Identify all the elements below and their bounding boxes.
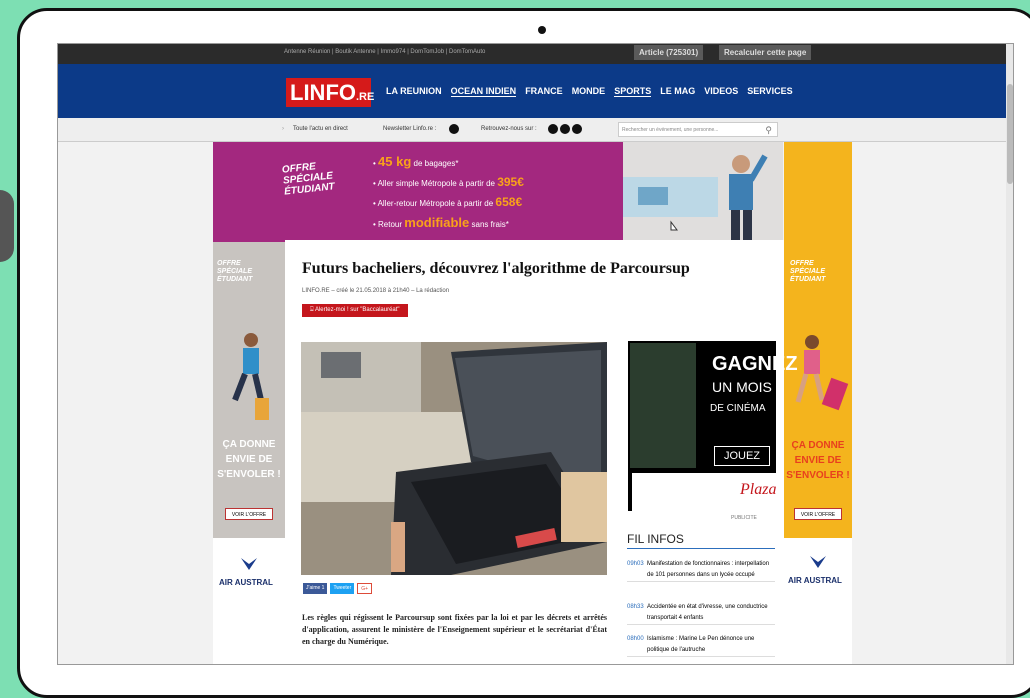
page-scrollbar[interactable] (1006, 44, 1013, 664)
plaza-logo: Plaza (740, 481, 777, 498)
jumping-man-illustration (232, 333, 269, 420)
tweet-button[interactable]: Tweeter (330, 583, 355, 594)
offre-speciale-text: OFFRE SPÉCIALE ÉTUDIANT (281, 161, 336, 198)
browser-screen: Antenne Réunion | Boutik Antenne | Immo9… (57, 43, 1014, 665)
nav-le-mag[interactable]: LE MAG (660, 86, 695, 97)
linfo-logo[interactable]: LINFO.RE (286, 78, 374, 107)
air-austral-logo-icon (241, 558, 257, 570)
article-photo[interactable] (301, 342, 607, 575)
left-skyscraper-ad[interactable]: OFFRE SPÉCIALE ÉTUDIANT ÇA DONNE ENVIE DE S'… (213, 242, 285, 664)
movie-poster (630, 343, 696, 468)
article-title: Futurs bacheliers, découvrez l'algorithm… (302, 260, 690, 277)
jumping-woman-illustration (795, 335, 849, 411)
laptop-photo-illustration (301, 342, 607, 575)
facebook-like-button[interactable]: J'aime 1 (303, 583, 328, 594)
nav-sports[interactable]: SPORTS (614, 86, 652, 97)
jouez-button[interactable]: JOUEZ (714, 446, 770, 466)
facebook-icon[interactable] (548, 124, 558, 134)
side-offre-text-right: OFFRE SPÉCIALE ÉTUDIANT (790, 260, 826, 283)
fil-info-item[interactable]: 08h00 Islamisme : Marine Le Pen dénonce u… (627, 634, 775, 657)
live-news-link[interactable]: Toute l'actu en direct (293, 126, 348, 132)
man-illustration (623, 154, 768, 242)
nav-france[interactable]: FRANCE (525, 86, 563, 97)
ad-gagnez: GAGNEZ (712, 353, 798, 375)
search-input[interactable]: Rechercher un événement, une personne...… (618, 122, 778, 137)
site-header: LINFO.RE LA REUNION OCEAN INDIEN FRANCE … (58, 64, 1006, 118)
ad-de-cinema: DE CINÉMA (710, 403, 766, 414)
banner-photo[interactable] (623, 142, 783, 242)
side-offre-text: OFFRE SPÉCIALE ÉTUDIANT (217, 260, 253, 283)
right-skyscraper-ad[interactable]: OFFRE SPÉCIALE ÉTUDIANT ÇA DONNE ENVIE DE S'… (784, 142, 852, 664)
google-plus-icon[interactable] (572, 124, 582, 134)
newsletter-icon[interactable] (449, 124, 459, 134)
network-links[interactable]: Antenne Réunion | Boutik Antenne | Immo9… (284, 49, 485, 55)
alert-me-button[interactable]: ⍓ Alertez-moi ! sur "Baccalauréat" (302, 304, 408, 317)
air-austral-brand: AIR AUSTRAL (219, 578, 273, 587)
utility-bar: › Toute l'actu en direct Newsletter Linf… (58, 118, 1006, 142)
scrollbar-thumb[interactable] (1007, 84, 1013, 184)
ad-un-mois: UN MOIS (712, 379, 772, 395)
air-austral-logo-icon (810, 556, 826, 568)
twitter-icon[interactable] (560, 124, 570, 134)
voir-offre-button[interactable]: VOIR L'OFFRE (225, 508, 273, 520)
network-bar: Antenne Réunion | Boutik Antenne | Immo9… (58, 44, 1013, 64)
google-plus-button[interactable]: G+ (357, 583, 373, 594)
chevron-right-icon: › (282, 126, 284, 132)
voir-offre-button-right[interactable]: VOIR L'OFFRE (794, 508, 842, 520)
fil-info-item[interactable]: 08h33 Accidentée en état d'ivresse, une c… (627, 602, 775, 625)
nav-la-reunion[interactable]: LA REUNION (386, 86, 442, 97)
air-austral-brand-right: AIR AUSTRAL (788, 576, 842, 585)
follow-label: Retrouvez-nous sur : (481, 126, 537, 132)
nav-ocean-indien[interactable]: OCEAN INDIEN (450, 86, 517, 97)
nav-services[interactable]: SERVICES (747, 86, 792, 97)
social-buttons: J'aime 1 Tweeter G+ (303, 583, 373, 594)
recalculate-button[interactable]: Recalculer cette page (719, 45, 812, 60)
webcam-dot (538, 26, 546, 34)
cinema-ad[interactable]: GAGNEZ UN MOIS DE CINÉMA JOUEZ Plaza (628, 341, 798, 511)
newsletter-link[interactable]: Newsletter Linfo.re : (383, 126, 436, 132)
offer-list: • 45 kg de bagages* • Aller simple Métro… (373, 154, 524, 230)
nav-videos[interactable]: VIDEOS (704, 86, 738, 97)
ad-label: PUBLICITE (731, 515, 757, 521)
fil-info-item[interactable]: 09h03 Manifestation de fonctionnaires : i… (627, 559, 775, 582)
article-container: Futurs bacheliers, découvrez l'algorithm… (285, 240, 798, 664)
article-byline: LINFO.RE – créé le 21.05.2018 à 21h40 – … (302, 288, 450, 294)
article-id-pill[interactable]: Article (725301) (634, 45, 704, 60)
top-ad-banner[interactable]: OFFRE SPÉCIALE ÉTUDIANT • 45 kg de bagages… (213, 142, 623, 242)
main-nav: LA REUNION OCEAN INDIEN FRANCE MONDE SPO… (386, 86, 793, 97)
side-tab (0, 190, 14, 262)
article-lead: Les règles qui régissent le Parcoursup s… (302, 613, 607, 646)
fil-infos-title: FIL INFOS (627, 532, 775, 549)
search-icon[interactable]: ⚲ (765, 125, 772, 136)
side-slogan-right: ÇA DONNE ENVIE DE S'ENVOLER ! (786, 440, 850, 481)
side-slogan: ÇA DONNE ENVIE DE S'ENVOLER ! (217, 439, 281, 480)
search-placeholder: Rechercher un événement, une personne... (622, 127, 719, 133)
nav-monde[interactable]: MONDE (572, 86, 606, 97)
